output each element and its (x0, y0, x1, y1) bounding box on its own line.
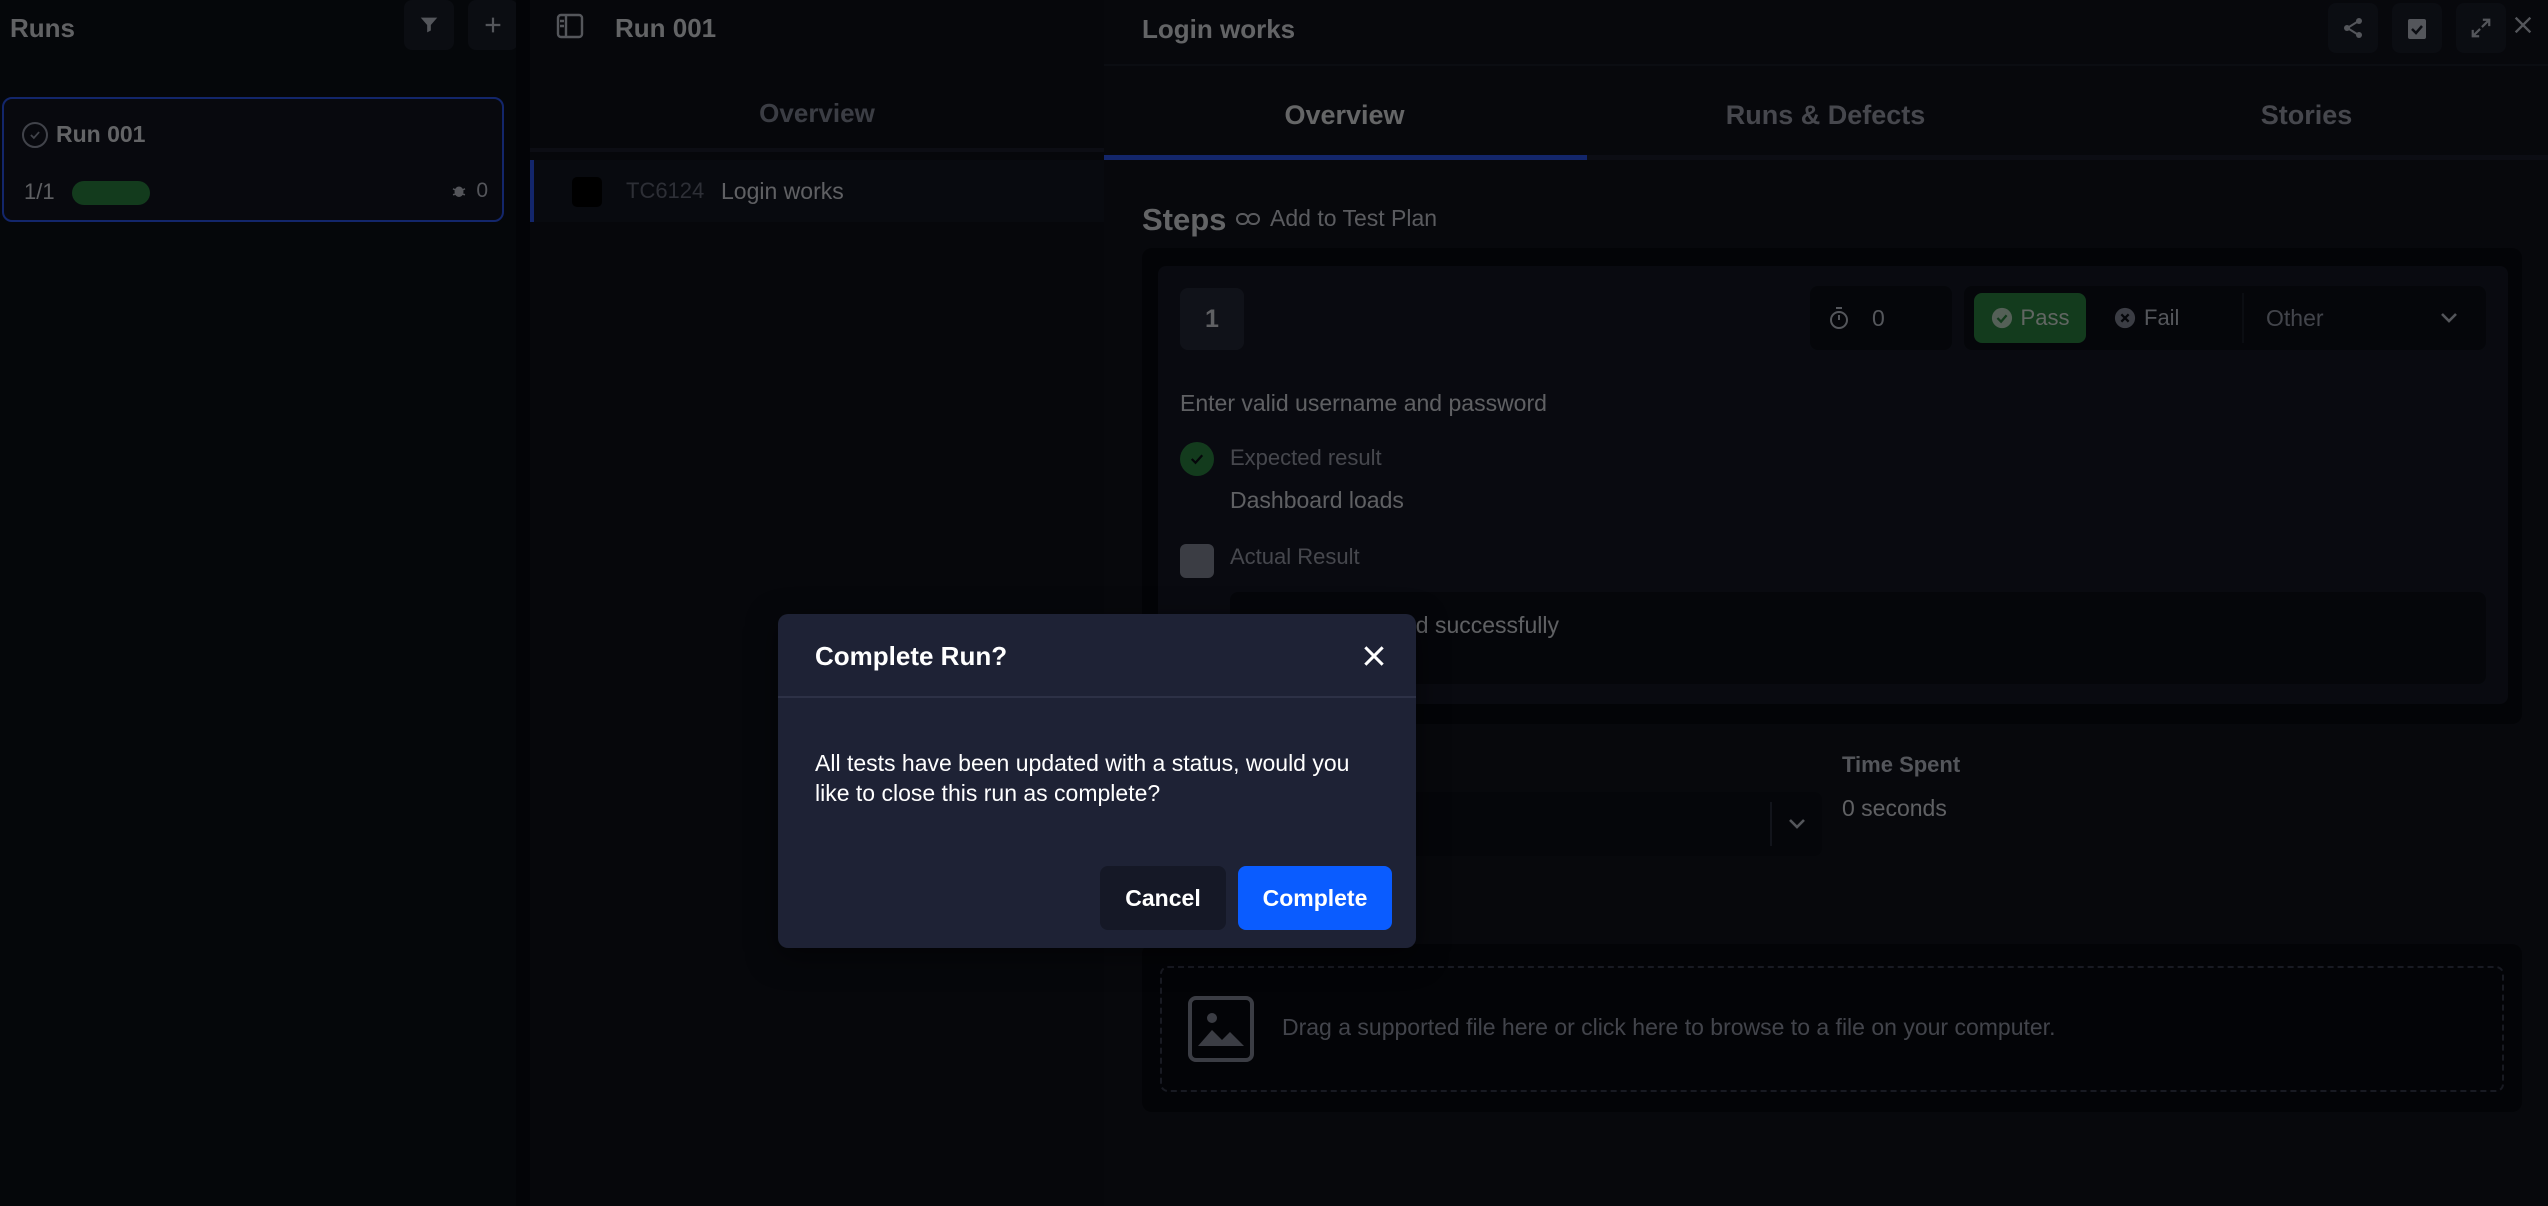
dialog-header: Complete Run? (778, 614, 1416, 698)
modal-backdrop[interactable] (0, 0, 2548, 1206)
close-icon (1364, 646, 1384, 666)
close-dialog-button[interactable] (1354, 636, 1394, 676)
cancel-button[interactable]: Cancel (1100, 866, 1226, 930)
dialog-title: Complete Run? (815, 641, 1008, 671)
complete-run-dialog: Complete Run? All tests have been update… (778, 614, 1416, 948)
dialog-message: All tests have been updated with a statu… (815, 750, 1350, 806)
complete-button[interactable]: Complete (1238, 866, 1392, 930)
